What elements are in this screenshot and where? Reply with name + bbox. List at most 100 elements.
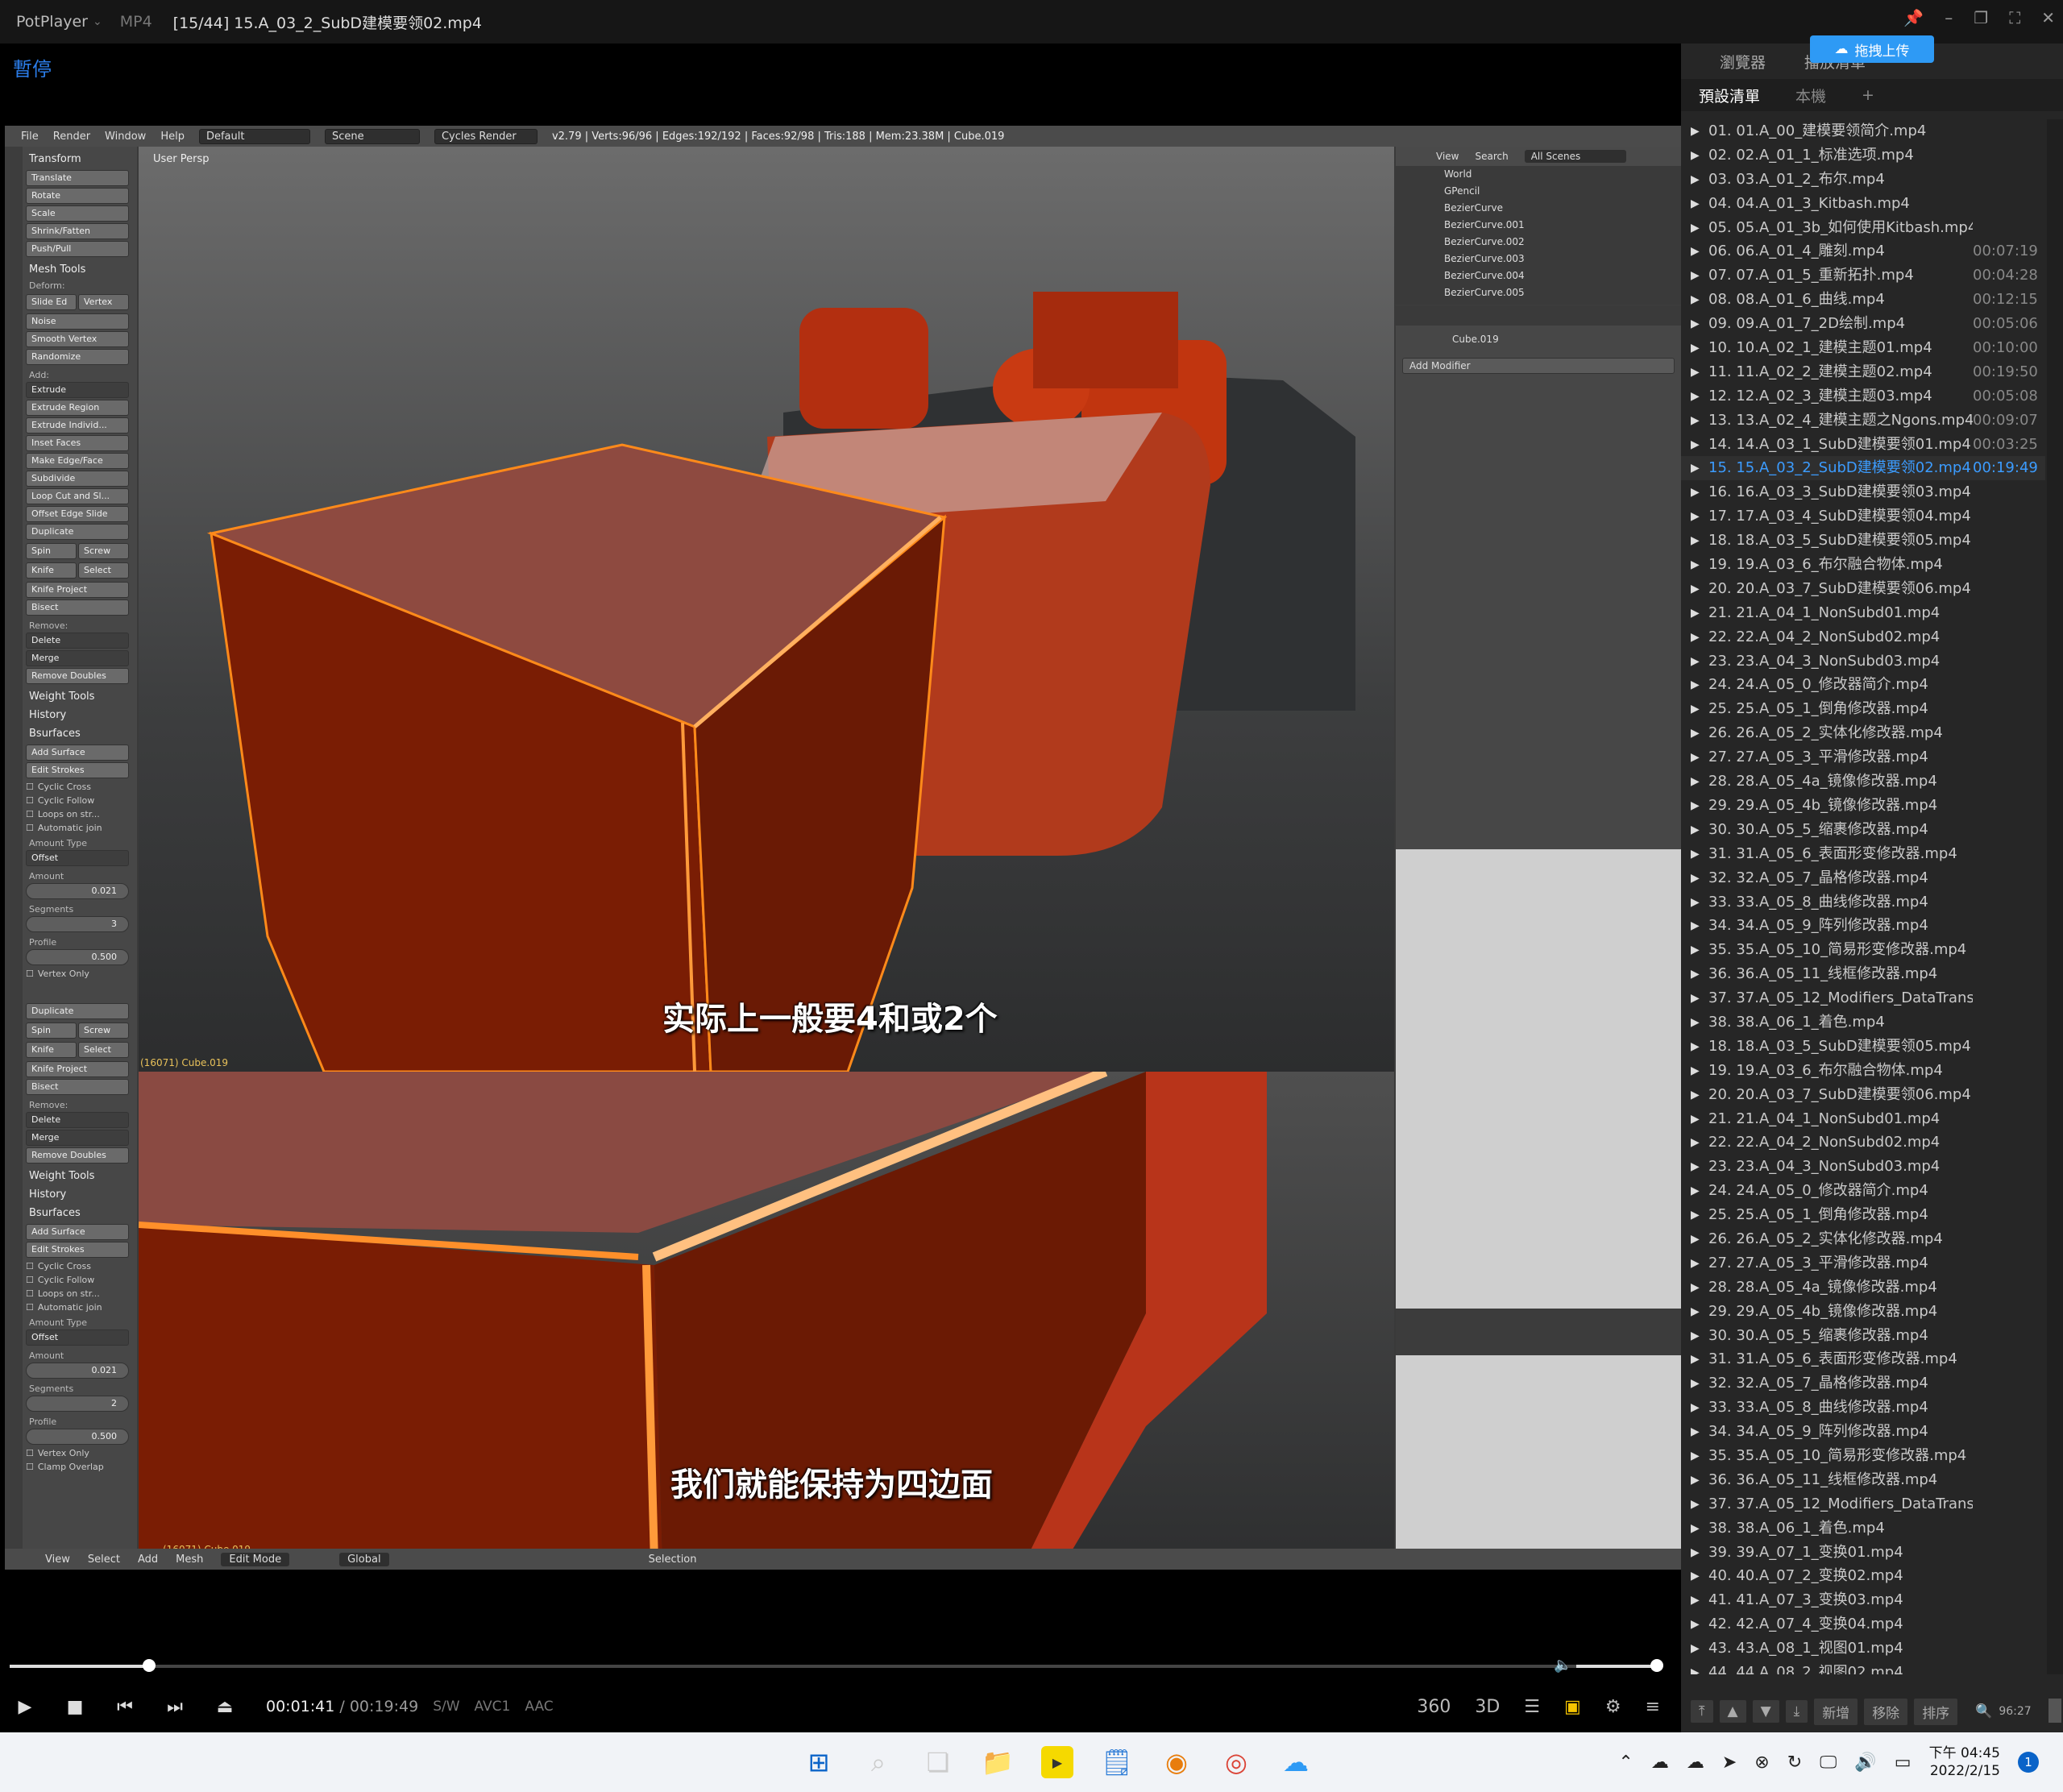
chevron-down-icon[interactable]: ⌄ — [93, 15, 102, 28]
playlist-item[interactable]: ▶ 35. 35.A_05_10_简易形变修改器.mp4 — [1681, 938, 2045, 962]
playlist-item[interactable]: ▶ 33. 33.A_05_8_曲线修改器.mp4 — [1681, 1396, 2045, 1420]
close-icon[interactable]: ✕ — [2041, 8, 2055, 27]
playlist-item[interactable]: ▶ 38. 38.A_06_1_着色.mp4 — [1681, 1010, 2045, 1035]
playlist-item[interactable]: ▶ 20. 20.A_03_7_SubD建模要领06.mp4 — [1681, 577, 2045, 601]
close-circle-icon[interactable]: ⊗ — [1754, 1753, 1769, 1773]
seek-handle[interactable] — [143, 1659, 156, 1672]
playlist-item[interactable]: ▶ 15. 15.A_03_2_SubD建模要领02.mp4 00:19:49 — [1681, 456, 2045, 481]
playlist-item[interactable]: ▶ 42. 42.A_07_4_变换04.mp4 — [1681, 1612, 2045, 1636]
playlist-item[interactable]: ▶ 32. 32.A_05_7_晶格修改器.mp4 — [1681, 1371, 2045, 1396]
pin-icon[interactable]: 📌 — [1903, 8, 1924, 27]
playlist-item[interactable]: ▶ 27. 27.A_05_3_平滑修改器.mp4 — [1681, 745, 2045, 769]
playlist-item[interactable]: ▶ 31. 31.A_05_6_表面形变修改器.mp4 — [1681, 842, 2045, 866]
playlist-item[interactable]: ▶ 30. 30.A_05_5_缩裹修改器.mp4 — [1681, 1324, 2045, 1348]
playlist-item[interactable]: ▶ 03. 03.A_01_2_布尔.mp4 — [1681, 168, 2045, 192]
eject-icon[interactable]: ⏏ — [200, 1697, 250, 1717]
playlist-item[interactable]: ▶ 29. 29.A_05_4b_镜像修改器.mp4 — [1681, 1300, 2045, 1324]
playlist-item[interactable]: ▶ 33. 33.A_05_8_曲线修改器.mp4 — [1681, 890, 2045, 915]
blender-icon[interactable]: ◉ — [1160, 1746, 1193, 1778]
vr-360-icon[interactable]: 360 — [1417, 1697, 1451, 1717]
next-icon[interactable]: ⏭ — [150, 1697, 200, 1717]
playlist-item[interactable]: ▶ 21. 21.A_04_1_NonSubd01.mp4 — [1681, 601, 2045, 625]
notepad-icon[interactable]: 🗒 — [1101, 1746, 1134, 1778]
notification-badge[interactable]: 1 — [2018, 1752, 2039, 1773]
playlist-item[interactable]: ▶ 19. 19.A_03_6_布尔融合物体.mp4 — [1681, 1059, 2045, 1083]
playlist-item[interactable]: ▶ 24. 24.A_05_0_修改器简介.mp4 — [1681, 1179, 2045, 1203]
playlist-item[interactable]: ▶ 26. 26.A_05_2_实体化修改器.mp4 — [1681, 1227, 2045, 1251]
app-menu[interactable]: PotPlayer — [16, 13, 88, 31]
playlist-item[interactable]: ▶ 18. 18.A_03_5_SubD建模要领05.mp4 — [1681, 529, 2045, 553]
3d-icon[interactable]: 3D — [1475, 1697, 1500, 1717]
potplayer-icon[interactable]: ▶ — [1041, 1746, 1073, 1778]
playlist-item[interactable]: ▶ 41. 41.A_07_3_变换03.mp4 — [1681, 1588, 2045, 1612]
codec-tag[interactable]: AAC — [525, 1699, 553, 1715]
playlist-item[interactable]: ▶ 25. 25.A_05_1_倒角修改器.mp4 — [1681, 1203, 2045, 1227]
fullscreen-icon[interactable]: ⛶ — [2009, 8, 2020, 27]
volume-handle[interactable] — [1650, 1659, 1663, 1672]
playlist-scrollbar[interactable] — [2047, 119, 2063, 1723]
playlist-item[interactable]: ▶ 27. 27.A_05_3_平滑修改器.mp4 — [1681, 1251, 2045, 1276]
previous-icon[interactable]: ⏮ — [100, 1697, 150, 1717]
chevron-up-icon[interactable]: ⌃ — [1618, 1753, 1633, 1773]
subtab-add[interactable]: + — [1844, 86, 1892, 104]
playlist-item[interactable]: ▶ 36. 36.A_05_11_线框修改器.mp4 — [1681, 1468, 2045, 1492]
video-frame[interactable]: File Render Window Help Default Scene Cy… — [5, 126, 1681, 1570]
playlist-item[interactable]: ▶ 28. 28.A_05_4a_镜像修改器.mp4 — [1681, 1276, 2045, 1300]
playlist-item[interactable]: ▶ 24. 24.A_05_0_修改器简介.mp4 — [1681, 673, 2045, 697]
playlist-item[interactable]: ▶ 14. 14.A_03_1_SubD建模要领01.mp4 00:03:25 — [1681, 433, 2045, 457]
play-icon[interactable]: ▶ — [0, 1697, 50, 1717]
tab-browser[interactable]: 瀏覽器 — [1720, 51, 1766, 73]
subtab-local[interactable]: 本機 — [1778, 85, 1844, 106]
display-icon[interactable]: 🖵 — [1820, 1753, 1837, 1773]
cloud-app-icon[interactable]: ☁ — [1280, 1746, 1312, 1778]
playlist-item[interactable]: ▶ 02. 02.A_01_1_标准选项.mp4 — [1681, 143, 2045, 168]
playlist-item[interactable]: ▶ 25. 25.A_05_1_倒角修改器.mp4 — [1681, 697, 2045, 721]
playlist-item[interactable]: ▶ 36. 36.A_05_11_线框修改器.mp4 — [1681, 962, 2045, 986]
onedrive-icon[interactable]: ☁ — [1687, 1753, 1704, 1773]
sort-button[interactable]: 排序 — [1914, 1698, 1958, 1725]
playlist-item[interactable]: ▶ 37. 37.A_05_12_Modifiers_DataTransfer.m… — [1681, 986, 2045, 1010]
playlist-item[interactable]: ▶ 35. 35.A_05_10_简易形变修改器.mp4 — [1681, 1444, 2045, 1468]
playlist-item[interactable]: ▶ 19. 19.A_03_6_布尔融合物体.mp4 — [1681, 553, 2045, 577]
upload-button[interactable]: ☁ 拖拽上传 — [1810, 35, 1934, 63]
speaker-icon[interactable]: 🔊 — [1854, 1753, 1876, 1773]
file-explorer-icon[interactable]: 📁 — [982, 1746, 1014, 1778]
playlist-item[interactable]: ▶ 18. 18.A_03_5_SubD建模要领05.mp4 — [1681, 1035, 2045, 1059]
codec-tag[interactable]: S/W — [433, 1699, 459, 1715]
menu-icon[interactable]: ≡ — [1646, 1697, 1660, 1717]
playlist-item[interactable]: ▶ 05. 05.A_01_3b_如何使用Kitbash.mp4 — [1681, 216, 2045, 240]
playlist-item[interactable]: ▶ 26. 26.A_05_2_实体化修改器.mp4 — [1681, 721, 2045, 745]
playlist-item[interactable]: ▶ 22. 22.A_04_2_NonSubd02.mp4 — [1681, 625, 2045, 649]
playlist-item[interactable]: ▶ 22. 22.A_04_2_NonSubd02.mp4 — [1681, 1130, 2045, 1155]
playlist-item[interactable]: ▶ 17. 17.A_03_4_SubD建模要领04.mp4 — [1681, 504, 2045, 529]
playlist-item[interactable]: ▶ 31. 31.A_05_6_表面形变修改器.mp4 — [1681, 1347, 2045, 1371]
playlist-item[interactable]: ▶ 40. 40.A_07_2_变换02.mp4 — [1681, 1564, 2045, 1588]
search-icon[interactable]: 🔍 — [1975, 1703, 1992, 1719]
playlist-item[interactable]: ▶ 32. 32.A_05_7_晶格修改器.mp4 — [1681, 866, 2045, 890]
playlist-item[interactable]: ▶ 34. 34.A_05_9_阵列修改器.mp4 — [1681, 1420, 2045, 1444]
move-bottom-icon[interactable]: ⤓ — [1785, 1700, 1808, 1723]
playlist-item[interactable]: ▶ 04. 04.A_01_3_Kitbash.mp4 — [1681, 192, 2045, 216]
chrome-icon[interactable]: ◎ — [1220, 1746, 1252, 1778]
playlist-item[interactable]: ▶ 12. 12.A_02_3_建模主题03.mp4 00:05:08 — [1681, 384, 2045, 409]
playlist-item[interactable]: ▶ 20. 20.A_03_7_SubD建模要领06.mp4 — [1681, 1083, 2045, 1107]
clock[interactable]: 下午 04:45 2022/2/15 — [1929, 1744, 2000, 1780]
subtitle-icon[interactable]: ▣ — [1564, 1697, 1581, 1717]
playlist-item[interactable]: ▶ 44. 44.A_08_2_视图02.mp4 — [1681, 1661, 2045, 1674]
cloud-tray-icon[interactable]: ☁ — [1651, 1753, 1669, 1773]
restore-icon[interactable]: ❐ — [1974, 8, 1988, 27]
playlist-item[interactable]: ▶ 06. 06.A_01_4_雕刻.mp4 00:07:19 — [1681, 239, 2045, 263]
playlist-item[interactable]: ▶ 07. 07.A_01_5_重新拓扑.mp4 00:04:28 — [1681, 263, 2045, 288]
playlist-item[interactable]: ▶ 01. 01.A_00_建模要领简介.mp4 — [1681, 119, 2045, 143]
playlist-item[interactable]: ▶ 28. 28.A_05_4a_镜像修改器.mp4 — [1681, 769, 2045, 794]
volume-slider[interactable] — [1576, 1659, 1663, 1672]
start-icon[interactable]: ⊞ — [803, 1746, 835, 1778]
playlist-item[interactable]: ▶ 21. 21.A_04_1_NonSubd01.mp4 — [1681, 1107, 2045, 1131]
playlist-item[interactable]: ▶ 16. 16.A_03_3_SubD建模要领03.mp4 — [1681, 480, 2045, 504]
codec-tag[interactable]: AVC1 — [475, 1699, 511, 1715]
subtab-default[interactable]: 預設清單 — [1681, 85, 1778, 106]
playlist-item[interactable]: ▶ 30. 30.A_05_5_缩裹修改器.mp4 — [1681, 818, 2045, 842]
search-icon[interactable]: ⌕ — [862, 1746, 895, 1778]
playlist-item[interactable]: ▶ 08. 08.A_01_6_曲线.mp4 00:12:15 — [1681, 288, 2045, 312]
playlist-item[interactable]: ▶ 37. 37.A_05_12_Modifiers_DataTransfer.m… — [1681, 1492, 2045, 1516]
